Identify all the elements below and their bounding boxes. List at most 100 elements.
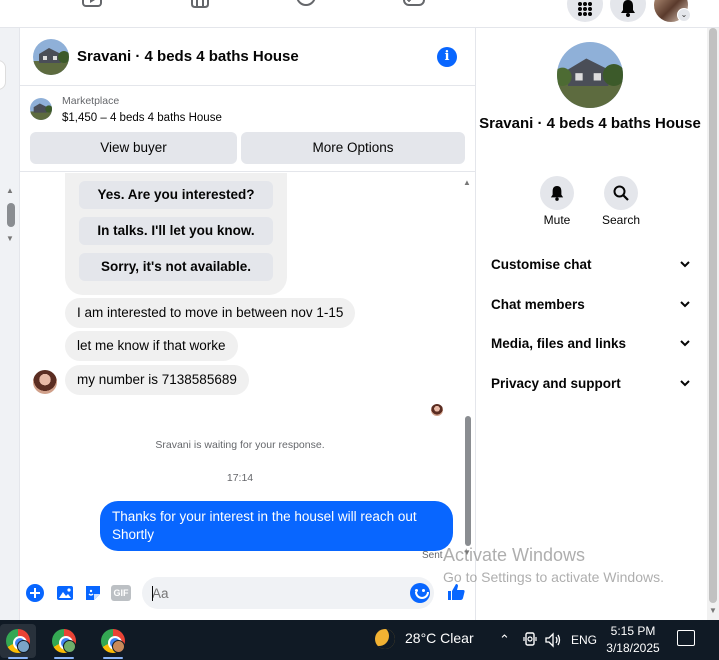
device-icon[interactable] (523, 632, 537, 648)
message-input[interactable] (152, 577, 392, 609)
quick-replies-card: Yes. Are you interested? In talks. I'll … (65, 173, 287, 295)
listing-summary[interactable]: $1,450 – 4 beds 4 baths House (62, 112, 222, 124)
section-customise-chat[interactable]: Customise chat (491, 257, 691, 272)
listing-card: Marketplace $1,450 – 4 beds 4 baths Hous… (20, 86, 476, 172)
chevron-up-icon[interactable]: ⌃ (499, 632, 510, 648)
incoming-message[interactable]: I am interested to move in between nov 1… (65, 298, 356, 328)
search-button[interactable] (604, 176, 638, 210)
outgoing-message[interactable]: Thanks for your interest in the housel w… (100, 501, 453, 551)
details-title: Sravani · 4 beds 4 baths House (479, 115, 701, 132)
clock[interactable]: 5:15 PM 3/18/2025 (603, 623, 663, 657)
plus-circle-icon[interactable] (25, 583, 45, 603)
chevron-down-icon (680, 261, 690, 268)
gaming-icon[interactable] (401, 0, 427, 14)
groups-icon[interactable] (293, 0, 319, 14)
house-photo-icon (33, 39, 69, 75)
scrollbar-thumb[interactable] (709, 28, 717, 603)
thumbs-up-icon[interactable] (446, 582, 466, 602)
mute-label: Mute (543, 213, 571, 227)
house-photo-icon (557, 42, 623, 108)
left-scroll-strip: ▲ ▼ (0, 28, 20, 620)
top-navigation: ⌄ (0, 0, 719, 28)
weather-widget[interactable]: 28°C Clear (405, 630, 474, 646)
seen-receipt-avatar (431, 404, 443, 416)
activation-watermark-text: Go to Settings to activate Windows. (443, 569, 664, 585)
section-privacy-support[interactable]: Privacy and support (491, 376, 691, 391)
sent-status: Sent (422, 550, 443, 561)
active-indicator (54, 657, 74, 659)
chat-scrollbar[interactable]: ▲ ▼ (463, 176, 473, 557)
section-label: Customise chat (491, 257, 592, 272)
conversation-title[interactable]: Sravani · 4 beds 4 baths House (77, 48, 299, 65)
photo-icon[interactable] (55, 583, 75, 603)
mute-button[interactable] (540, 176, 574, 210)
language-indicator[interactable]: ENG (571, 633, 597, 647)
chevron-down-icon (680, 380, 690, 387)
scrollbar-thumb[interactable] (7, 203, 15, 227)
section-media-files-links[interactable]: Media, files and links (491, 336, 691, 351)
sticker-icon[interactable] (83, 583, 103, 603)
chevron-down-icon (680, 340, 690, 347)
speaker-icon[interactable] (545, 632, 563, 648)
quick-reply-button[interactable]: In talks. I'll let you know. (79, 217, 273, 245)
incoming-message[interactable]: let me know if that worke (65, 331, 238, 361)
conversation-avatar[interactable] (33, 39, 69, 75)
listing-thumbnail[interactable] (30, 98, 52, 120)
page-scrollbar[interactable]: ▼ (707, 28, 719, 620)
incoming-message[interactable]: my number is 7138585689 (65, 365, 249, 395)
view-buyer-button[interactable]: View buyer (30, 132, 237, 164)
scroll-up-icon[interactable]: ▲ (463, 178, 471, 187)
chat-pane: Sravani · 4 beds 4 baths House i Marketp… (20, 28, 476, 620)
profile-badge-icon (112, 640, 125, 653)
clock-date: 3/18/2025 (606, 641, 660, 655)
gif-icon[interactable]: GIF (111, 585, 131, 601)
details-avatar[interactable] (557, 42, 623, 108)
search-icon (613, 185, 629, 201)
windows-taskbar: 28°C Clear ⌃ ENG 5:15 PM 3/18/2025 (0, 620, 719, 660)
clock-time: 5:15 PM (610, 624, 656, 638)
chevron-down-icon (680, 301, 690, 308)
bell-icon (621, 0, 635, 17)
activation-watermark-title: Activate Windows (443, 545, 586, 565)
quick-reply-button[interactable]: Yes. Are you interested? (79, 181, 273, 209)
more-options-button[interactable]: More Options (241, 132, 465, 164)
listing-source: Marketplace (62, 95, 120, 107)
notifications-button[interactable] (610, 0, 646, 22)
taskbar-chrome-profile-2[interactable] (46, 624, 82, 659)
moon-icon (375, 629, 395, 649)
scroll-down-icon[interactable]: ▼ (6, 234, 14, 243)
section-label: Media, files and links (491, 336, 627, 351)
profile-badge-icon (63, 640, 76, 653)
grid-icon (578, 2, 592, 16)
bell-icon (550, 186, 564, 201)
message-composer: GIF (20, 573, 476, 620)
house-photo-icon (30, 98, 52, 120)
search-label: Search (601, 213, 641, 227)
conversation-details: Sravani · 4 beds 4 baths House Mute Sear… (477, 28, 707, 620)
menu-button[interactable] (567, 0, 603, 22)
emoji-icon[interactable] (410, 583, 430, 603)
collapse-tab[interactable] (0, 60, 6, 90)
sender-avatar[interactable] (33, 370, 57, 394)
chevron-down-icon[interactable]: ⌄ (677, 8, 691, 22)
section-chat-members[interactable]: Chat members (491, 297, 691, 312)
profile-badge-icon (17, 640, 30, 653)
scroll-down-icon[interactable]: ▼ (709, 606, 717, 615)
scrollbar-thumb[interactable] (465, 416, 471, 546)
taskbar-chrome-profile-3[interactable] (95, 624, 131, 659)
active-indicator (103, 657, 123, 659)
chat-header: Sravani · 4 beds 4 baths House i (20, 28, 476, 86)
quick-reply-button[interactable]: Sorry, it's not available. (79, 253, 273, 281)
section-label: Privacy and support (491, 376, 621, 391)
message-timestamp: 17:14 (226, 472, 254, 484)
active-indicator (8, 657, 28, 659)
message-input-wrapper[interactable] (142, 577, 434, 609)
info-icon[interactable]: i (437, 47, 457, 67)
watch-icon[interactable] (79, 0, 105, 14)
notification-center-icon[interactable] (677, 630, 695, 646)
taskbar-chrome-profile-1[interactable] (0, 624, 36, 659)
marketplace-icon[interactable] (187, 0, 213, 14)
text-caret (152, 586, 153, 601)
scroll-up-icon[interactable]: ▲ (6, 186, 14, 195)
waiting-notice: Sravani is waiting for your response. (155, 439, 325, 451)
